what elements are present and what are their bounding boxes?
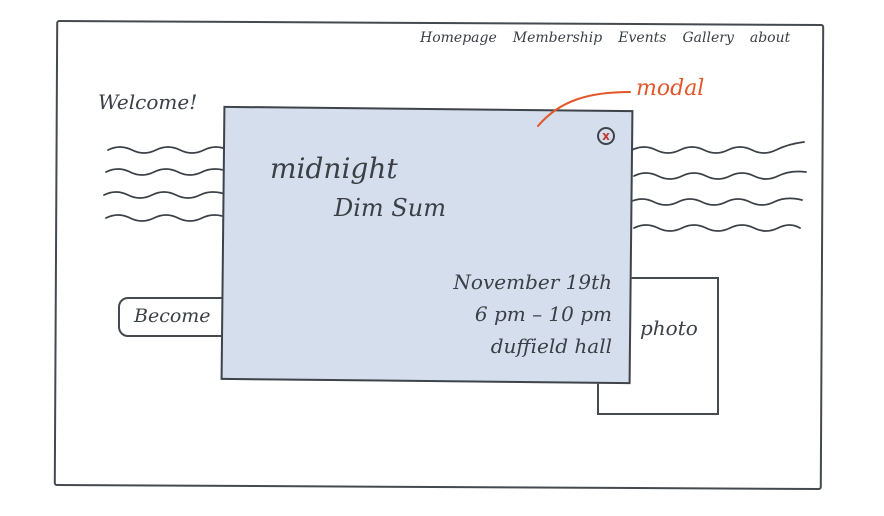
annotation-arrow bbox=[537, 91, 631, 127]
wireframe-canvas: Homepage Membership Events Gallery about… bbox=[0, 0, 884, 516]
annotation-pointer-line bbox=[537, 91, 631, 127]
annotation-label: modal bbox=[636, 76, 705, 101]
